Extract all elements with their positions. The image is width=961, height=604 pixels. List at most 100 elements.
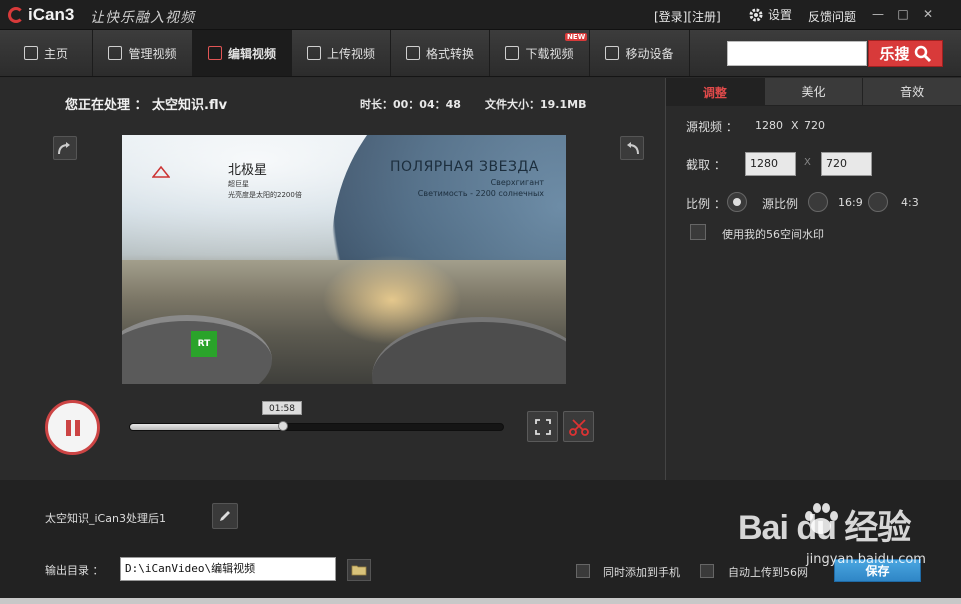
edit-video-icon <box>207 46 222 60</box>
source-video-label: 源视频 ： <box>686 120 738 134</box>
source-height: 720 <box>804 119 825 132</box>
ratio-4-3-label: 4:3 <box>901 196 919 209</box>
download-icon <box>505 46 520 60</box>
mobile-device-icon <box>605 46 620 60</box>
tab-audio[interactable]: 音效 <box>863 78 961 106</box>
ratio-source-radio[interactable] <box>727 192 747 212</box>
minimize-button[interactable]: — <box>870 6 886 22</box>
nav-manage-video[interactable]: 管理视频 <box>93 30 193 76</box>
settings-button[interactable]: 设置 <box>748 6 792 23</box>
browse-folder-button[interactable] <box>347 559 371 581</box>
nav-label: 移动设备 <box>625 46 674 61</box>
settings-label: 设置 <box>768 8 793 22</box>
close-button[interactable]: ✕ <box>920 6 936 22</box>
source-width: 1280 <box>755 119 783 132</box>
nav-label: 上传视频 <box>326 46 375 61</box>
nav-edit-video[interactable]: 编辑视频 <box>193 30 292 76</box>
tab-adjust[interactable]: 调整 <box>666 78 765 106</box>
fullscreen-button[interactable] <box>527 411 558 442</box>
search-button-label: 乐搜 <box>879 45 910 63</box>
baidu-watermark: Bai du 经验 <box>738 509 911 547</box>
fullscreen-icon <box>534 418 551 435</box>
add-to-phone-label: 同时添加到手机 <box>603 566 680 579</box>
progress-slider[interactable] <box>129 421 504 431</box>
nav-upload-video[interactable]: 上传视频 <box>292 30 391 76</box>
baidu-watermark-url: jingyan.baidu.com <box>806 552 926 567</box>
ratio-16-9-label: 16:9 <box>838 196 863 209</box>
current-time-tooltip: 01:58 <box>262 401 302 415</box>
nav-format-convert[interactable]: 格式转换 <box>391 30 490 76</box>
video-cn-line2: 光亮度是太阳的2200倍 <box>228 191 302 199</box>
search-button[interactable]: 乐搜 <box>868 40 943 67</box>
rotate-left-icon <box>627 142 639 155</box>
nav-label: 管理视频 <box>128 46 177 61</box>
pencil-icon <box>220 511 230 521</box>
filesize-label: 文件大小：19.1MB <box>485 98 587 111</box>
maximize-button[interactable]: □ <box>895 6 911 22</box>
auto-upload-label: 自动上传到56网 <box>728 566 808 579</box>
processing-file-label: 您正在处理 ： 太空知识.flv <box>65 98 228 113</box>
video-cn-sub: 超巨星 光亮度是太阳的2200倍 <box>228 179 302 201</box>
source-x: X <box>791 119 799 132</box>
video-ru-line1: Сверхгигант <box>490 178 544 187</box>
video-ru-line2: Светимость - 2200 солнечных <box>417 189 544 198</box>
progress-fill <box>130 424 283 430</box>
crop-height-input[interactable]: 720 <box>821 152 872 176</box>
nav-label: 编辑视频 <box>227 46 276 61</box>
nav-label: 下载视频 <box>525 46 574 61</box>
watermark-checkbox[interactable] <box>690 224 706 240</box>
feedback-link[interactable]: 反馈问题 <box>808 8 856 25</box>
settings-panel: 调整 美化 音效 源视频 ： 1280 X 720 截取 ： 1280 X 72… <box>665 78 961 480</box>
ratio-16-9-radio[interactable] <box>808 192 828 212</box>
watermark-checkbox-label: 使用我的56空间水印 <box>722 228 824 241</box>
cut-button[interactable] <box>563 411 594 442</box>
duration-label: 时长：00：04：48 <box>360 98 461 111</box>
tab-beautify[interactable]: 美化 <box>764 78 864 106</box>
app-slogan: 让快乐融入视频 <box>90 10 195 26</box>
login-register-link[interactable]: [登录][注册] <box>654 8 721 25</box>
add-to-phone-checkbox[interactable] <box>576 564 590 578</box>
video-logo-icon <box>152 165 170 178</box>
search-icon <box>914 45 931 62</box>
nav-mobile-device[interactable]: 移动设备 <box>590 30 690 76</box>
crop-x: X <box>804 157 811 168</box>
output-filename: 太空知识_iCan3处理后1 <box>45 512 166 525</box>
auto-upload-checkbox[interactable] <box>700 564 714 578</box>
nav-label: 主页 <box>43 46 68 61</box>
upload-icon <box>306 46 321 60</box>
video-ru-sub: Сверхгигант Светимость - 2200 солнечных <box>418 177 544 199</box>
scissors-icon <box>568 418 589 436</box>
rename-button[interactable] <box>212 503 238 529</box>
editor-panel: 您正在处理 ： 太空知识.flv 时长：00：04：48 文件大小：19.1MB… <box>0 78 665 480</box>
app-name: iCan3 <box>28 5 75 24</box>
nav-home[interactable]: 主页 <box>0 30 93 76</box>
output-dir-label: 输出目录 ： <box>45 564 104 577</box>
video-manage-icon <box>108 46 123 60</box>
pause-icon-bar <box>74 419 80 436</box>
title-bar: iCan3 让快乐融入视频 [登录][注册] 设置 反馈问题 — □ ✕ <box>0 0 961 30</box>
app-logo: iCan3 <box>8 5 74 25</box>
nav-label: 格式转换 <box>425 46 474 61</box>
video-cn-title: 北极星 <box>228 163 268 178</box>
taskbar-strip <box>0 598 961 604</box>
gear-icon <box>749 8 763 21</box>
rotate-left-button[interactable] <box>620 136 644 160</box>
ratio-source-label: 源比例 <box>762 197 799 211</box>
progress-handle[interactable] <box>277 421 288 431</box>
crop-width-input[interactable]: 1280 <box>745 152 796 176</box>
logo-icon <box>8 7 24 23</box>
crop-label: 截取 ： <box>686 158 726 172</box>
output-dir-input[interactable]: D:\iCanVideo\编辑视频 <box>120 557 336 581</box>
pause-button[interactable] <box>45 400 100 455</box>
video-ru-title: ПОЛЯРНАЯ ЗВЕЗДА <box>390 159 539 175</box>
video-cn-line1: 超巨星 <box>228 180 249 188</box>
search-input[interactable] <box>727 41 867 66</box>
settings-tabs: 调整 美化 音效 <box>666 78 961 106</box>
convert-icon <box>405 46 420 60</box>
rotate-right-button[interactable] <box>53 136 77 160</box>
rotate-right-icon <box>58 142 70 155</box>
video-preview[interactable]: 北极星 超巨星 光亮度是太阳的2200倍 ПОЛЯРНАЯ ЗВЕЗДА Све… <box>122 135 566 384</box>
pause-icon-bar <box>65 419 71 436</box>
folder-icon <box>351 565 367 576</box>
ratio-4-3-radio[interactable] <box>868 192 888 212</box>
